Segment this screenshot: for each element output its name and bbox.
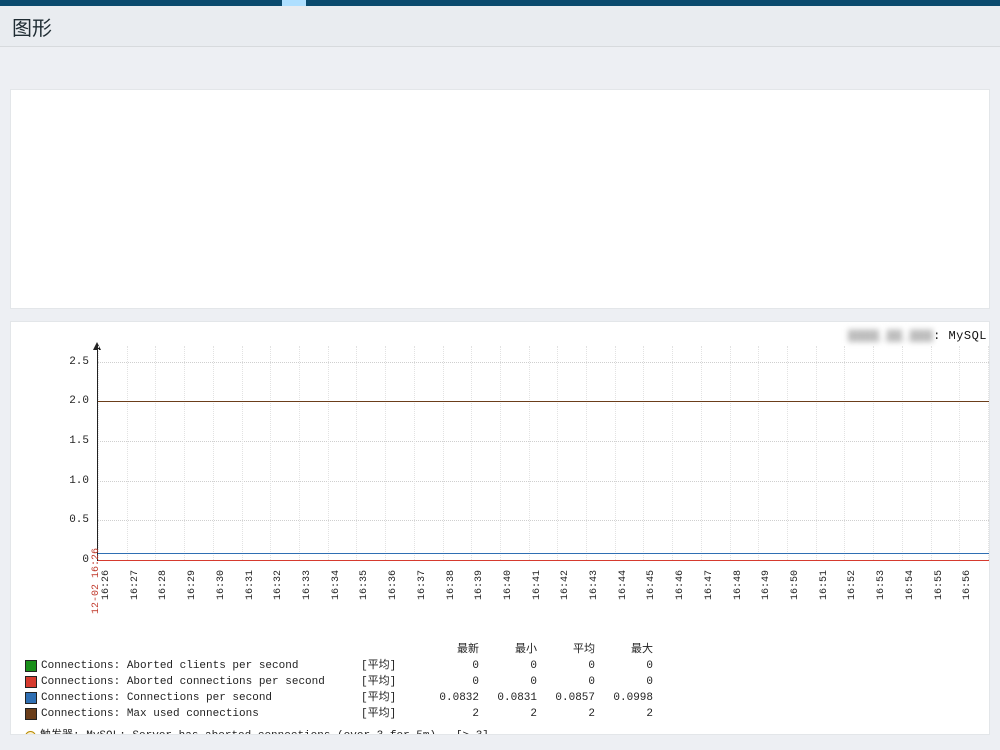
legend-swatch	[25, 676, 37, 688]
legend-swatch	[25, 660, 37, 672]
legend-row[interactable]: Connections: Aborted clients per second[…	[25, 658, 653, 674]
legend-header: 最新 最小 平均 最大	[25, 642, 653, 658]
legend-latest: 0	[421, 674, 479, 690]
page-title: 图形	[12, 12, 52, 41]
legend-avg: 2	[537, 706, 595, 722]
trigger-icon	[25, 731, 36, 736]
x-tick-label: 16:48	[733, 570, 744, 600]
page-title-bar: 图形	[0, 6, 1000, 47]
series-line	[98, 560, 989, 561]
x-tick-label: 16:42	[560, 570, 571, 600]
legend-min: 0	[479, 658, 537, 674]
x-tick-label: 16:44	[618, 570, 629, 600]
x-tick-label: 16:51	[819, 570, 830, 600]
trigger-row: 触发器: MySQL: Server has aborted connectio…	[25, 728, 653, 735]
legend-agg-label: [平均]	[361, 658, 421, 674]
y-tick-label: 0	[59, 554, 89, 566]
legend-series-name: Connections: Aborted clients per second	[41, 658, 361, 674]
legend-agg-label: [平均]	[361, 690, 421, 706]
x-tick-label: 16:45	[646, 570, 657, 600]
x-tick-label: 16:49	[761, 570, 772, 600]
x-tick-label: 16:38	[446, 570, 457, 600]
x-tick-label: 16:50	[790, 570, 801, 600]
x-tick-label: 16:28	[158, 570, 169, 600]
x-tick-label: 16:29	[187, 570, 198, 600]
series-line	[98, 553, 989, 554]
legend-swatch	[25, 692, 37, 704]
x-tick-label: 16:46	[675, 570, 686, 600]
legend-latest: 0	[421, 658, 479, 674]
legend: 最新 最小 平均 最大 Connections: Aborted clients…	[25, 642, 653, 735]
legend-avg: 0	[537, 658, 595, 674]
x-tick-label: 16:55	[934, 570, 945, 600]
legend-min: 2	[479, 706, 537, 722]
x-tick-label: 16:33	[302, 570, 313, 600]
x-tick-label: 16:30	[216, 570, 227, 600]
legend-series-name: Connections: Aborted connections per sec…	[41, 674, 361, 690]
active-tab-indicator	[282, 0, 306, 6]
x-tick-label: 16:27	[130, 570, 141, 600]
upper-panel	[10, 89, 990, 309]
y-tick-label: 1.5	[59, 435, 89, 447]
legend-series-name: Connections: Connections per second	[41, 690, 361, 706]
legend-max: 0	[595, 674, 653, 690]
legend-latest: 2	[421, 706, 479, 722]
legend-avg: 0	[537, 674, 595, 690]
y-tick-label: 2.5	[59, 356, 89, 368]
x-tick-label: 16:40	[503, 570, 514, 600]
x-tick-label: 16:52	[847, 570, 858, 600]
x-tick-label: 16:54	[905, 570, 916, 600]
x-tick-label: 16:39	[474, 570, 485, 600]
plot-area[interactable]	[97, 346, 989, 561]
x-tick-label: 16:32	[273, 570, 284, 600]
legend-row[interactable]: Connections: Max used connections[平均]222…	[25, 706, 653, 722]
series-line	[98, 401, 989, 402]
y-tick-label: 0.5	[59, 514, 89, 526]
y-tick-label: 1.0	[59, 475, 89, 487]
trigger-expr: [> 3]	[456, 728, 489, 735]
trigger-text: MySQL: Server has aborted connections (o…	[86, 728, 436, 735]
trigger-label: 触发器:	[40, 728, 80, 735]
legend-row[interactable]: Connections: Connections per second[平均]0…	[25, 690, 653, 706]
x-tick-label: 16:41	[532, 570, 543, 600]
x-tick-label: 16:35	[359, 570, 370, 600]
legend-max: 0.0998	[595, 690, 653, 706]
legend-max: 2	[595, 706, 653, 722]
legend-swatch	[25, 708, 37, 720]
chart-host-label: ▇▇▇▇_▇▇_▇▇▇: MySQL	[848, 328, 987, 343]
x-tick-label: 16:53	[876, 570, 887, 600]
legend-agg-label: [平均]	[361, 706, 421, 722]
y-tick-label: 2.0	[59, 395, 89, 407]
legend-row[interactable]: Connections: Aborted connections per sec…	[25, 674, 653, 690]
x-tick-label: 16:34	[331, 570, 342, 600]
top-nav-bar	[0, 0, 1000, 6]
x-tick-label: 16:31	[245, 570, 256, 600]
x-tick-label: 16:37	[417, 570, 428, 600]
legend-latest: 0.0832	[421, 690, 479, 706]
legend-series-name: Connections: Max used connections	[41, 706, 361, 722]
chart-panel: ▇▇▇▇_▇▇_▇▇▇: MySQL 12-02 16:26 最新 最小 平均 …	[10, 321, 990, 735]
legend-agg-label: [平均]	[361, 674, 421, 690]
content-spacer	[0, 47, 1000, 89]
x-tick-label: 16:36	[388, 570, 399, 600]
legend-min: 0	[479, 674, 537, 690]
x-tick-label: 16:47	[704, 570, 715, 600]
legend-avg: 0.0857	[537, 690, 595, 706]
legend-max: 0	[595, 658, 653, 674]
x-tick-label: 16:26	[101, 570, 112, 600]
legend-min: 0.0831	[479, 690, 537, 706]
x-tick-label: 16:43	[589, 570, 600, 600]
x-tick-label: 16:56	[962, 570, 973, 600]
